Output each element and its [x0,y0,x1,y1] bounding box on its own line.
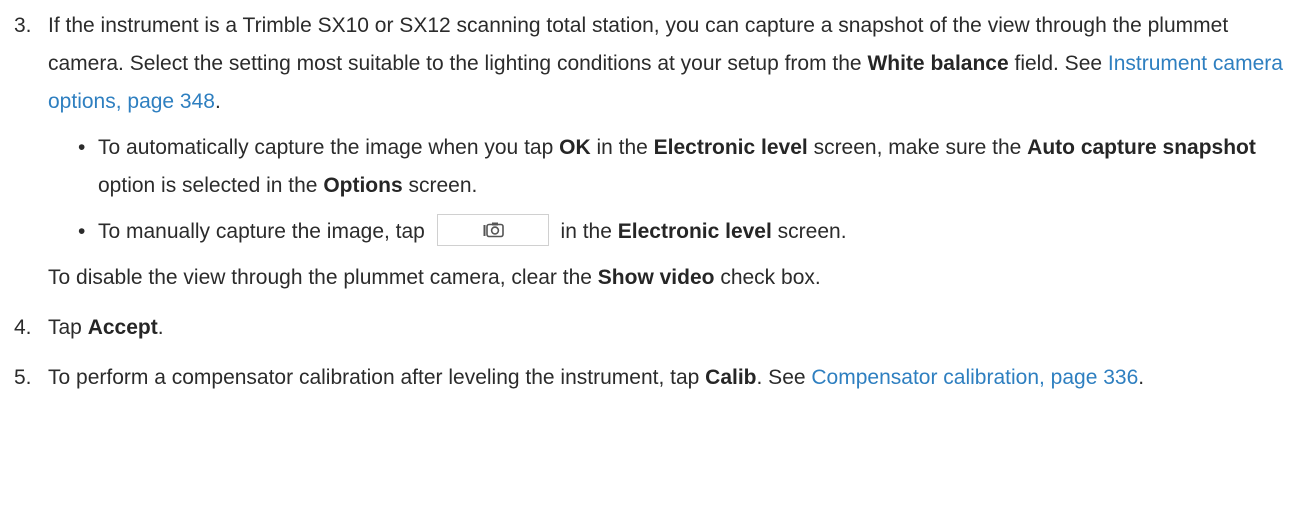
ui-term-electronic-level: Electronic level [617,220,772,243]
step-number: 3. [14,14,32,37]
step-3-text: If the instrument is a Trimble SX10 or S… [48,7,1284,121]
text-run: in the [590,136,654,159]
text-run: screen, make sure the [807,136,1028,159]
step-5-text: To perform a compensator calibration aft… [48,359,1284,397]
text-run: in the [554,220,618,243]
text-run: . See [756,366,812,389]
list-item: • To manually capture the image, tap in t… [72,213,1300,251]
step-5: 5. To perform a compensator calibration … [0,359,1300,397]
ui-term-accept: Accept [87,316,158,339]
text-run: field. See [1008,52,1108,75]
camera-capture-icon [483,222,504,238]
text-run: check box. [714,266,821,289]
text-run: screen. [771,220,847,243]
camera-capture-button[interactable] [436,214,549,247]
text-run: To perform a compensator calibration aft… [48,366,706,389]
text-run: . [157,316,164,339]
text-run: . [214,90,221,113]
bullet-dot: • [78,220,86,243]
bullet-dot: • [78,136,86,159]
text-run: To disable the view through the plummet … [48,266,598,289]
ui-term-electronic-level: Electronic level [653,136,808,159]
text-run: To automatically capture the image when … [98,136,560,159]
text-run: option is selected in the [98,174,324,197]
ui-term-auto-capture-snapshot: Auto capture snapshot [1027,136,1256,159]
document-body: 3. If the instrument is a Trimble SX10 o… [0,0,1300,397]
text-run: screen. [402,174,478,197]
text-run: To manually capture the image, tap [98,220,431,243]
list-item: • To automatically capture the image when… [72,129,1300,205]
step-4: 4. Tap Accept. [0,309,1300,347]
text-run: . [1138,366,1145,389]
ui-term-options: Options [323,174,403,197]
bullet-list: • To automatically capture the image when… [48,129,1300,251]
step-4-text: Tap Accept. [48,309,1284,347]
step-3: 3. If the instrument is a Trimble SX10 o… [0,7,1300,297]
ui-term-ok: OK [559,136,591,159]
link-compensator-calibration[interactable]: Compensator calibration, page 336 [811,366,1138,389]
step-number: 4. [14,316,32,339]
ui-term-show-video: Show video [597,266,715,289]
step-3-note: To disable the view through the plummet … [48,259,1300,297]
ui-term-white-balance: White balance [867,52,1009,75]
ui-term-calib: Calib [705,366,757,389]
step-number: 5. [14,366,32,389]
text-run: Tap [48,316,88,339]
